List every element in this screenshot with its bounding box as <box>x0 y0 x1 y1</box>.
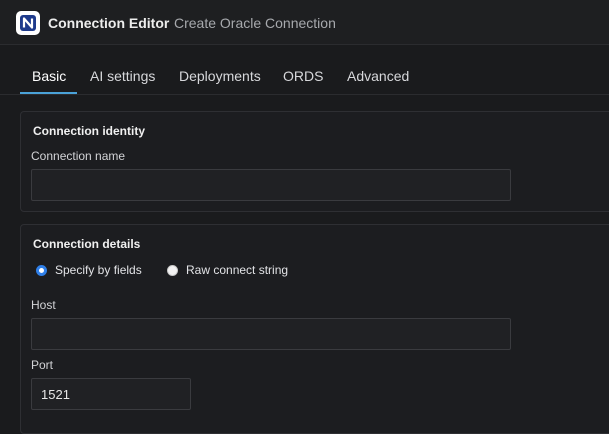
tab-bar: Basic AI settings Deployments ORDS Advan… <box>0 55 609 95</box>
window-subtitle: Create Oracle Connection <box>174 15 336 31</box>
radio-label-specify-by-fields: Specify by fields <box>55 263 142 277</box>
active-tab-indicator <box>20 92 77 94</box>
connection-details-panel: Connection details Specify by fields Raw… <box>20 224 609 434</box>
tab-advanced[interactable]: Advanced <box>347 68 409 84</box>
tab-deployments[interactable]: Deployments <box>179 68 261 84</box>
port-input[interactable] <box>31 378 191 410</box>
tab-ords[interactable]: ORDS <box>283 68 323 84</box>
tab-ai-settings[interactable]: AI settings <box>90 68 155 84</box>
connection-identity-panel: Connection identity Connection name <box>20 111 609 212</box>
title-bar: Connection Editor Create Oracle Connecti… <box>0 0 609 45</box>
connection-name-label: Connection name <box>31 149 126 163</box>
section-title-identity: Connection identity <box>33 124 145 138</box>
window-title: Connection Editor <box>48 15 170 31</box>
port-label: Port <box>31 358 54 372</box>
host-input[interactable] <box>31 318 511 350</box>
host-label: Host <box>31 298 56 312</box>
tab-basic[interactable]: Basic <box>32 68 66 84</box>
section-title-details: Connection details <box>33 237 141 251</box>
radio-label-raw-connect-string: Raw connect string <box>186 263 289 277</box>
radio-checked-icon[interactable] <box>36 264 47 276</box>
radio-raw-connect-string[interactable]: Raw connect string <box>167 263 288 277</box>
connection-name-input[interactable] <box>31 169 511 201</box>
n-logo-icon <box>16 11 40 35</box>
radio-unchecked-icon[interactable] <box>167 264 178 276</box>
radio-specify-by-fields[interactable]: Specify by fields <box>36 263 142 277</box>
